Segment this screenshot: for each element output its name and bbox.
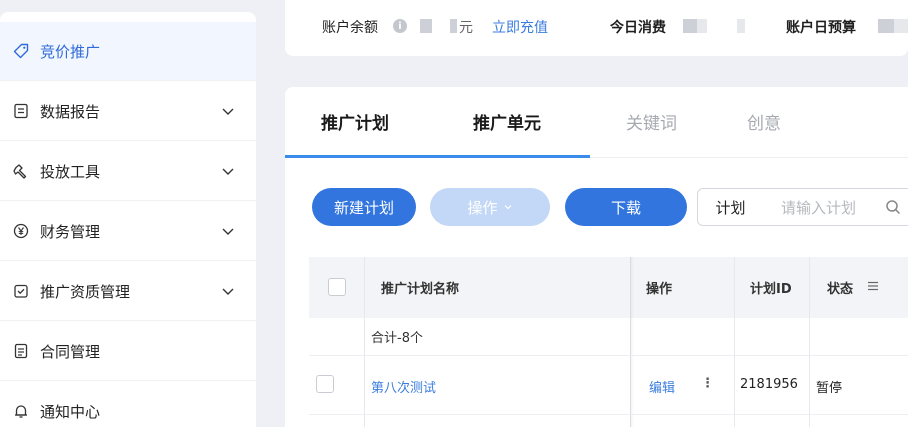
sidebar-item-label: 通知中心 — [40, 402, 101, 421]
row-divider — [309, 355, 908, 356]
report-icon — [12, 102, 30, 120]
new-plan-button[interactable]: 新建计划 — [312, 188, 416, 226]
chevron-down-icon[interactable] — [220, 163, 236, 179]
frozen-column-shadow — [630, 257, 634, 427]
operate-dropdown-button[interactable]: 操作 — [430, 188, 550, 226]
plan-status: 暂停 — [816, 381, 843, 396]
row-checkbox[interactable] — [316, 375, 334, 393]
sidebar-item-qualification[interactable]: 推广资质管理 — [0, 262, 256, 321]
balance-value-masked — [450, 19, 457, 33]
filter-type-value: 计划 — [715, 198, 746, 217]
balance-value-masked — [420, 19, 432, 33]
today-spend-masked — [737, 19, 745, 33]
sidebar-item-data-report[interactable]: 数据报告 — [0, 82, 256, 141]
more-actions-icon[interactable]: ⋮ — [701, 376, 714, 391]
sidebar-item-label: 数据报告 — [40, 102, 101, 121]
info-icon[interactable]: i — [393, 19, 407, 33]
operate-label: 操作 — [467, 198, 498, 217]
recharge-link[interactable]: 立即充值 — [492, 17, 548, 37]
sidebar-item-label: 推广资质管理 — [40, 282, 131, 301]
sidebar-item-label: 财务管理 — [40, 222, 101, 241]
balance-label: 账户余额 — [322, 20, 378, 36]
sidebar-item-label: 投放工具 — [40, 162, 101, 181]
select-all-checkbox[interactable] — [328, 278, 346, 296]
sidebar-item-notifications[interactable]: 通知中心 — [0, 382, 256, 427]
sidebar-item-finance[interactable]: 财务管理 — [0, 202, 256, 261]
chevron-down-icon[interactable] — [220, 223, 236, 239]
today-spend-masked — [697, 19, 707, 33]
search-placeholder: 请输入计划 — [781, 198, 857, 217]
tag-icon — [12, 42, 30, 60]
download-label: 下载 — [610, 198, 641, 217]
column-menu-icon[interactable] — [866, 279, 880, 293]
main-panel: 推广计划 推广单元 关键词 创意 新建计划 操作 下载 计划 请输入计划 推广计… — [285, 87, 908, 427]
daily-budget-label: 账户日预算 — [786, 20, 856, 36]
tab-creatives[interactable]: 创意 — [747, 109, 781, 134]
chevron-down-icon[interactable] — [220, 283, 236, 299]
daily-budget-masked — [878, 19, 894, 33]
plan-id: 2181956 — [740, 377, 798, 392]
column-divider — [809, 257, 810, 427]
chevron-down-icon — [504, 205, 511, 210]
tools-icon — [12, 162, 30, 180]
account-summary-bar: 账户余额 i 元 立即充值 今日消费 账户日预算 — [285, 0, 908, 56]
column-header-status: 状态 — [827, 282, 854, 297]
download-button[interactable]: 下载 — [565, 188, 687, 226]
sidebar-item-delivery-tools[interactable]: 投放工具 — [0, 142, 256, 201]
tab-units[interactable]: 推广单元 — [473, 109, 541, 134]
column-header-plan-id: 计划ID — [750, 282, 792, 297]
yuan-icon — [12, 222, 30, 240]
summary-total: 合计-8个 — [371, 331, 423, 346]
balance-unit: 元 — [459, 20, 473, 36]
column-header-plan-name: 推广计划名称 — [381, 282, 460, 297]
contract-icon — [12, 342, 30, 360]
column-divider — [734, 257, 735, 427]
certificate-icon — [12, 282, 30, 300]
chevron-down-icon[interactable] — [220, 103, 236, 119]
sidebar-item-contract[interactable]: 合同管理 — [0, 322, 256, 381]
sidebar-item-bidding-promotion[interactable]: 竞价推广 — [0, 22, 256, 81]
active-tab-indicator — [285, 155, 590, 158]
table-header: 推广计划名称 操作 计划ID 状态 — [309, 257, 908, 318]
today-spend-masked — [683, 19, 697, 33]
tab-keywords[interactable]: 关键词 — [626, 109, 677, 134]
sidebar-item-label: 竞价推广 — [40, 42, 101, 61]
column-header-operation: 操作 — [646, 282, 673, 297]
row-divider — [309, 414, 908, 415]
sidebar-item-label: 合同管理 — [40, 342, 101, 361]
sidebar: 竞价推广 数据报告 投放工具 财务管理 推广资质管理 合同管理 通知中心 — [0, 12, 256, 427]
plan-name-link[interactable]: 第八次测试 — [371, 377, 436, 396]
tab-plans[interactable]: 推广计划 — [321, 109, 389, 134]
new-plan-label: 新建计划 — [333, 198, 394, 217]
edit-link[interactable]: 编辑 — [649, 377, 675, 396]
today-spend-label: 今日消费 — [610, 20, 666, 36]
search-icon[interactable] — [885, 199, 901, 215]
bell-icon — [12, 402, 30, 420]
column-divider — [364, 257, 365, 427]
filter-type-select[interactable]: 计划 — [697, 188, 764, 226]
daily-budget-masked — [894, 19, 908, 33]
